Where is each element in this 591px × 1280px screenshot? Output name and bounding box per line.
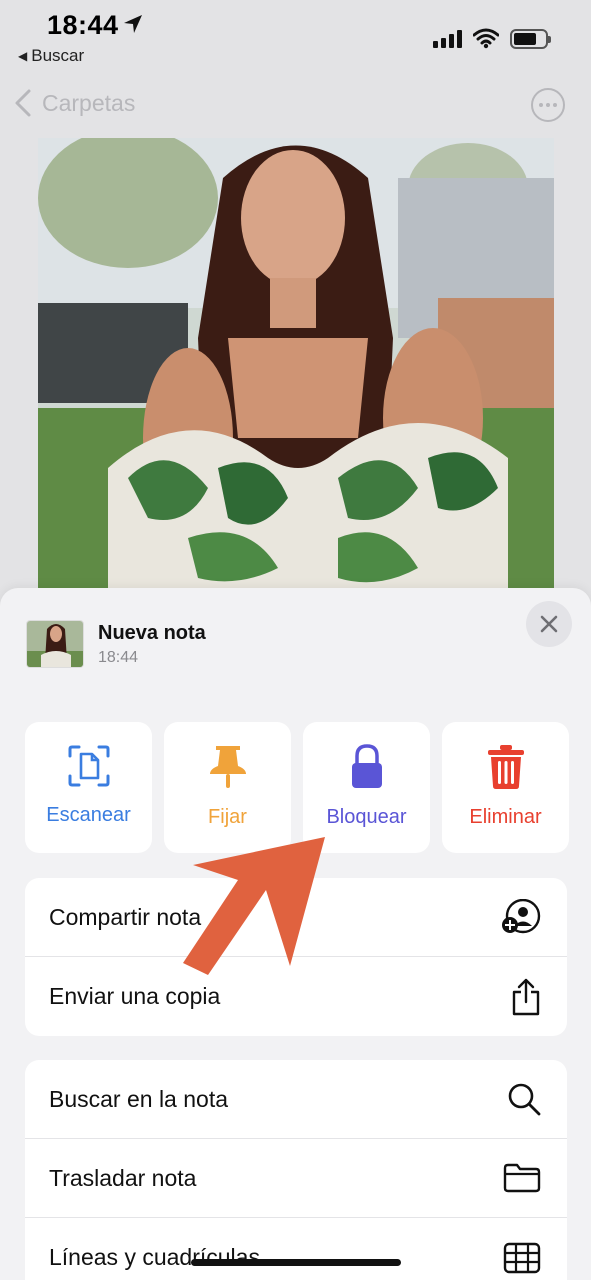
delete-label: Eliminar (469, 806, 542, 828)
send-copy-label: Enviar una copia (49, 983, 221, 1009)
battery-icon (510, 29, 551, 49)
scan-label: Escanear (46, 804, 131, 826)
note-title: Nueva nota (98, 621, 206, 644)
lock-label: Bloquear (326, 806, 407, 828)
wifi-icon (473, 28, 499, 49)
back-button[interactable]: Carpetas (14, 88, 135, 118)
lines-grids-row[interactable]: Líneas y cuadrículas (25, 1218, 567, 1280)
share-note-row[interactable]: Compartir nota (25, 878, 567, 957)
share-person-icon (502, 899, 541, 934)
note-time: 18:44 (98, 648, 139, 666)
close-button[interactable] (526, 601, 572, 647)
note-photo (38, 138, 554, 590)
trash-icon (487, 745, 524, 789)
move-note-label: Trasladar nota (49, 1164, 197, 1191)
note-header: Nueva nota 18:44 (26, 620, 206, 668)
lines-grids-label: Líneas y cuadrículas (49, 1244, 260, 1270)
home-indicator[interactable] (191, 1259, 401, 1266)
back-triangle-icon: ◀ (18, 49, 28, 63)
nav-bar: Carpetas (0, 80, 591, 130)
status-bar: 18:44 ◀ Buscar (0, 0, 591, 80)
status-time: 18:44 (47, 10, 119, 40)
share-upload-icon (512, 978, 540, 1015)
pin-label: Fijar (208, 806, 247, 828)
location-arrow-icon (124, 15, 142, 33)
note-options-sheet: Nueva nota 18:44 Escanear Fijar Bloquear… (0, 588, 591, 1280)
scan-document-icon (68, 745, 109, 787)
back-to-app-button[interactable]: ◀ Buscar (18, 46, 84, 66)
pin-button[interactable]: Fijar (164, 722, 291, 853)
more-options-button[interactable] (531, 88, 565, 122)
cellular-signal-icon (433, 30, 462, 48)
search-icon (508, 1083, 541, 1116)
quick-actions: Escanear Fijar Bloquear Eliminar (25, 722, 569, 853)
note-thumbnail (26, 620, 84, 668)
scan-button[interactable]: Escanear (25, 722, 152, 853)
portrait-image (38, 138, 554, 590)
close-icon (540, 615, 558, 633)
lock-button[interactable]: Bloquear (303, 722, 430, 853)
delete-button[interactable]: Eliminar (442, 722, 569, 853)
back-app-label: Buscar (31, 46, 85, 65)
search-in-note-row[interactable]: Buscar en la nota (25, 1060, 567, 1139)
move-note-row[interactable]: Trasladar nota (25, 1139, 567, 1218)
back-label: Carpetas (42, 89, 136, 116)
chevron-left-icon (15, 89, 31, 117)
pin-icon (209, 746, 246, 788)
share-group: Compartir nota Enviar una copia (25, 878, 567, 1036)
search-in-note-label: Buscar en la nota (49, 1085, 229, 1112)
folder-icon (503, 1163, 541, 1193)
lock-icon (351, 744, 382, 788)
tools-group: Buscar en la nota Trasladar nota Líneas … (25, 1060, 567, 1280)
share-note-label: Compartir nota (49, 903, 202, 930)
send-copy-row[interactable]: Enviar una copia (25, 957, 567, 1036)
grid-icon (503, 1242, 541, 1273)
